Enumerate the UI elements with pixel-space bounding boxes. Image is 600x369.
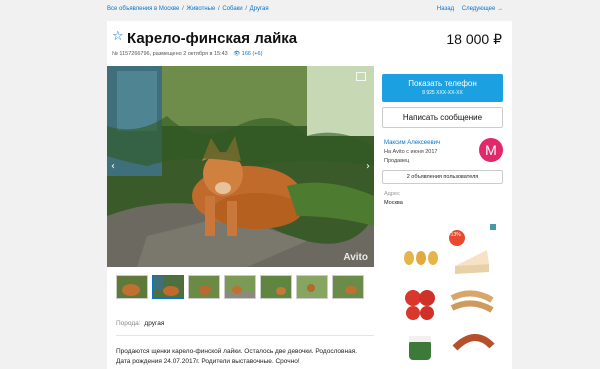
dog-photo-image bbox=[107, 66, 374, 267]
listing-meta: № 1157266796, размещено 2 октября в 15:4… bbox=[112, 51, 262, 57]
thumbnail[interactable] bbox=[188, 275, 220, 299]
breadcrumb-item-dogs[interactable]: Собаки bbox=[222, 6, 242, 12]
address-value: Москва bbox=[384, 200, 403, 206]
title-row: ☆ Карело-финская лайка 18 000 ₽ № 115726… bbox=[107, 21, 512, 63]
show-phone-button[interactable]: Показать телефон 8 925 XXX-XX-XX bbox=[382, 74, 503, 102]
thumbnail[interactable] bbox=[152, 275, 184, 299]
seller-since: На Avito c июня 2017 bbox=[384, 149, 438, 155]
divider bbox=[116, 335, 374, 336]
write-message-button[interactable]: Написать сообщение bbox=[382, 107, 503, 128]
top-bar: Все объявления в Москве / Животные / Соб… bbox=[107, 6, 503, 18]
next-link[interactable]: Следующее → bbox=[462, 6, 503, 12]
listing-number-date: № 1157266796, размещено 2 октября в 15:4… bbox=[112, 51, 228, 57]
breadcrumb-separator: / bbox=[182, 6, 184, 12]
description-line: Продаются щенки карело-финской лайки. Ос… bbox=[116, 348, 358, 355]
breed-label: Порода: bbox=[116, 320, 141, 327]
views-count: 👁 166 (+6) bbox=[233, 51, 263, 57]
breadcrumb-item-all[interactable]: Все объявления в Москве bbox=[107, 6, 179, 12]
back-link[interactable]: Назад bbox=[437, 6, 454, 12]
seller-name[interactable]: Максим Алексеевич bbox=[384, 140, 440, 146]
listing-price: 18 000 ₽ bbox=[446, 31, 502, 47]
seller-role: Продавец bbox=[384, 158, 410, 164]
ad-discount: -13% bbox=[449, 232, 461, 238]
photo-watermark: Avito bbox=[343, 252, 368, 263]
next-photo-icon[interactable]: › bbox=[366, 161, 370, 172]
favorite-star-icon[interactable]: ☆ bbox=[112, 30, 126, 44]
breadcrumb-separator: / bbox=[245, 6, 247, 12]
address-label: Адрес bbox=[384, 191, 400, 197]
breadcrumb-item-other[interactable]: Другая bbox=[250, 6, 269, 12]
thumbnail[interactable] bbox=[296, 275, 328, 299]
breed-field: Порода: другая bbox=[116, 320, 164, 327]
thumbnail[interactable] bbox=[224, 275, 256, 299]
ad-banner[interactable]: -13% bbox=[397, 222, 498, 369]
breed-value: другая bbox=[144, 320, 165, 327]
fullscreen-icon[interactable] bbox=[356, 72, 366, 81]
thumbnail[interactable] bbox=[332, 275, 364, 299]
ad-products-image bbox=[404, 230, 495, 360]
thumbnail[interactable] bbox=[116, 275, 148, 299]
breadcrumb-separator: / bbox=[218, 6, 220, 12]
show-phone-label: Показать телефон bbox=[408, 79, 477, 88]
main-photo[interactable]: ‹ › Avito bbox=[107, 66, 374, 267]
breadcrumb-item-animals[interactable]: Животные bbox=[186, 6, 215, 12]
listing-nav: Назад Следующее → bbox=[431, 6, 503, 12]
breadcrumb: Все объявления в Москве / Животные / Соб… bbox=[107, 6, 269, 12]
avatar[interactable]: M bbox=[479, 138, 503, 162]
user-ads-button[interactable]: 2 объявления пользователя bbox=[382, 170, 503, 184]
thumbnail[interactable] bbox=[260, 275, 292, 299]
listing-title: Карело-финская лайка bbox=[127, 30, 298, 47]
description: Продаются щенки карело-финской лайки. Ос… bbox=[116, 347, 376, 367]
phone-masked: 8 925 XXX-XX-XX bbox=[422, 90, 463, 96]
prev-photo-icon[interactable]: ‹ bbox=[111, 161, 115, 172]
description-line: Дата рождения 24.07.2017г. Родители выст… bbox=[116, 358, 300, 365]
views-value: 166 (+6) bbox=[241, 51, 263, 57]
